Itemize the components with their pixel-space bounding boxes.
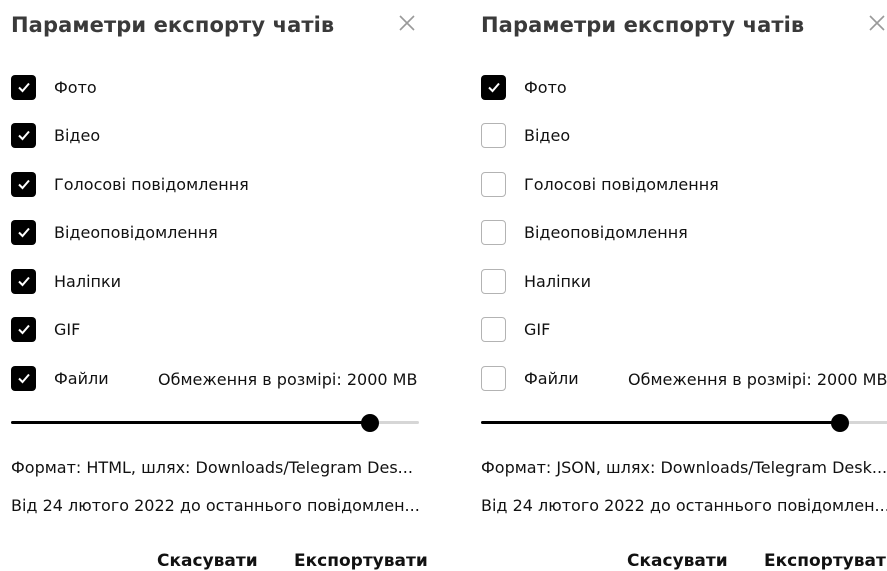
slider-thumb[interactable] bbox=[831, 414, 849, 432]
close-button[interactable] bbox=[864, 10, 887, 36]
option-video-messages[interactable]: Відеоповідомлення bbox=[11, 218, 218, 246]
stickers-checkbox[interactable] bbox=[481, 268, 506, 294]
checkmark-icon bbox=[17, 130, 30, 141]
option-stickers[interactable]: Наліпки bbox=[11, 267, 121, 295]
option-label: Фото bbox=[54, 77, 97, 97]
checkmark-icon bbox=[487, 82, 500, 93]
slider-fill bbox=[11, 421, 370, 424]
voice-messages-checkbox[interactable] bbox=[481, 171, 506, 197]
export-dialog-left: Параметри експорту чатів Фото Відео Голо… bbox=[0, 0, 428, 571]
video-messages-checkbox[interactable] bbox=[11, 219, 36, 245]
format-path-link[interactable]: Формат: HTML, шлях: Downloads/Telegram D… bbox=[11, 458, 413, 477]
size-limit-slider[interactable] bbox=[481, 414, 887, 433]
option-gif[interactable]: GIF bbox=[481, 315, 550, 343]
option-photo[interactable]: Фото bbox=[11, 73, 97, 101]
option-voice-messages[interactable]: Голосові повідомлення bbox=[481, 170, 719, 198]
gif-checkbox[interactable] bbox=[481, 316, 506, 342]
photo-checkbox[interactable] bbox=[11, 74, 36, 100]
option-files[interactable]: Файли bbox=[11, 364, 109, 392]
option-label: Голосові повідомлення bbox=[524, 174, 719, 194]
date-range-link[interactable]: Від 24 лютого 2022 до останнього повідом… bbox=[481, 496, 887, 515]
video-checkbox[interactable] bbox=[481, 122, 506, 148]
option-photo[interactable]: Фото bbox=[481, 73, 567, 101]
dialog-title: Параметри експорту чатів bbox=[11, 13, 335, 37]
option-label: Наліпки bbox=[524, 271, 592, 291]
option-files[interactable]: Файли bbox=[481, 364, 579, 392]
close-button[interactable] bbox=[394, 10, 420, 36]
option-label: Голосові повідомлення bbox=[54, 174, 249, 194]
checkmark-icon bbox=[17, 276, 30, 287]
size-limit-slider[interactable] bbox=[11, 414, 419, 433]
option-video[interactable]: Відео bbox=[481, 121, 570, 149]
option-video-messages[interactable]: Відеоповідомлення bbox=[481, 218, 688, 246]
option-gif[interactable]: GIF bbox=[11, 315, 80, 343]
files-checkbox[interactable] bbox=[11, 365, 36, 391]
close-icon bbox=[399, 15, 415, 31]
option-label: GIF bbox=[54, 319, 81, 339]
checkmark-icon bbox=[17, 179, 30, 190]
option-label: GIF bbox=[524, 319, 551, 339]
video-messages-checkbox[interactable] bbox=[481, 219, 506, 245]
close-icon bbox=[869, 15, 885, 31]
video-checkbox[interactable] bbox=[11, 122, 36, 148]
cancel-button[interactable]: Скасувати bbox=[627, 551, 728, 571]
option-label: Відео bbox=[524, 125, 571, 145]
size-limit-label: Обмеження в розмірі: 2000 MB bbox=[628, 370, 887, 389]
option-voice-messages[interactable]: Голосові повідомлення bbox=[11, 170, 249, 198]
checkmark-icon bbox=[17, 82, 30, 93]
option-video[interactable]: Відео bbox=[11, 121, 100, 149]
option-label: Файли bbox=[524, 368, 579, 388]
checkmark-icon bbox=[17, 373, 30, 384]
photo-checkbox[interactable] bbox=[481, 74, 506, 100]
checkmark-icon bbox=[17, 324, 30, 335]
gif-checkbox[interactable] bbox=[11, 316, 36, 342]
slider-thumb[interactable] bbox=[361, 414, 379, 432]
checkmark-icon bbox=[17, 227, 30, 238]
option-label: Наліпки bbox=[54, 271, 122, 291]
export-dialog-right: Параметри експорту чатів Фото Відео Голо… bbox=[470, 0, 887, 571]
files-checkbox[interactable] bbox=[481, 365, 506, 391]
export-button[interactable]: Експортувати bbox=[764, 551, 887, 571]
option-label: Відео bbox=[54, 125, 101, 145]
export-button[interactable]: Експортувати bbox=[294, 551, 428, 571]
cancel-button[interactable]: Скасувати bbox=[157, 551, 258, 571]
dialog-title: Параметри експорту чатів bbox=[481, 13, 805, 37]
option-label: Відеоповідомлення bbox=[54, 222, 218, 242]
format-path-link[interactable]: Формат: JSON, шлях: Downloads/Telegram D… bbox=[481, 458, 887, 477]
option-label: Файли bbox=[54, 368, 109, 388]
slider-fill bbox=[481, 421, 840, 424]
option-label: Відеоповідомлення bbox=[524, 222, 688, 242]
size-limit-label: Обмеження в розмірі: 2000 MB bbox=[158, 370, 418, 389]
option-label: Фото bbox=[524, 77, 567, 97]
stickers-checkbox[interactable] bbox=[11, 268, 36, 294]
date-range-link[interactable]: Від 24 лютого 2022 до останнього повідом… bbox=[11, 496, 420, 515]
option-stickers[interactable]: Наліпки bbox=[481, 267, 591, 295]
voice-messages-checkbox[interactable] bbox=[11, 171, 36, 197]
